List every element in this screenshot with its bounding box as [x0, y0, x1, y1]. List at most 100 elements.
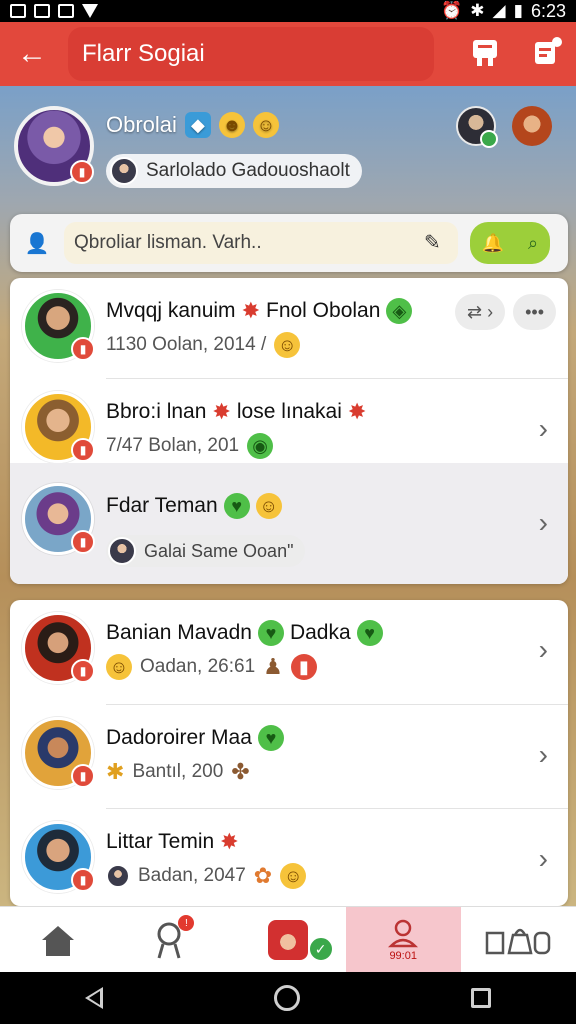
bookmark-icon[interactable]: [468, 32, 502, 72]
pin-tab[interactable]: !: [115, 907, 230, 972]
bear-emoji-icon: ✤: [231, 759, 250, 784]
avatar[interactable]: [512, 106, 552, 146]
status-time: 6:23: [530, 0, 566, 21]
list-item[interactable]: ▮ Fdar Teman ♥ ☺ Galai Same Ooan" ›: [10, 463, 568, 584]
profile-name: Obrolai: [106, 112, 177, 137]
video-badge-icon: ▮: [70, 160, 94, 184]
sticker-icon[interactable]: ✎: [424, 230, 450, 256]
bow-emoji-icon: ✸: [347, 399, 367, 424]
nav-home-icon[interactable]: [273, 985, 300, 1011]
home-tab[interactable]: [0, 907, 115, 972]
avatar: [106, 864, 130, 888]
online-dot-icon: [480, 130, 498, 148]
share-button[interactable]: ⇄ ›: [455, 294, 506, 330]
back-arrow-icon[interactable]: ←: [0, 22, 64, 86]
home-icon: [41, 925, 74, 956]
video-badge-icon: ▮: [71, 868, 95, 892]
profile-status-chip[interactable]: Sarlolado Gadouoshaolt: [106, 154, 362, 188]
smile-emoji-icon: ☻: [218, 112, 245, 138]
chevron-right-icon[interactable]: ›: [539, 507, 548, 539]
chat-subtitle: 7/47 Bolan, 201: [106, 435, 240, 456]
chevron-right-icon[interactable]: ›: [539, 413, 548, 445]
list-item[interactable]: ▮ Dadoroirer Maa ♥ ✱ Bantıl, 200 ✤ ›: [10, 705, 568, 805]
profile-tab[interactable]: 99:01: [345, 907, 461, 972]
bow-emoji-icon: ✸: [241, 298, 260, 323]
notification-icon: [58, 4, 74, 18]
chat-subtitle: 1130 Oolan, 2014 /: [106, 334, 267, 355]
smile-emoji-icon: ☺: [252, 112, 279, 138]
avatar: ▮: [22, 483, 95, 555]
search-action-buttons[interactable]: 🔔 ⌕: [470, 222, 550, 264]
avatar: [268, 919, 308, 960]
search-icon[interactable]: ⌕: [528, 233, 538, 254]
profile-tab-label: 99:01: [389, 949, 417, 962]
smile-emoji-icon: ☺: [274, 332, 301, 358]
list-item[interactable]: ▮ Banian Mavadn ♥ Dadka ♥ ☺ Oadan, 26:61…: [10, 600, 568, 700]
avatar[interactable]: [456, 106, 498, 148]
globe-emoji-icon: ◉: [247, 433, 274, 459]
heart-emoji-icon: ♥: [223, 493, 250, 519]
profile-icon: [388, 919, 419, 947]
chat-name: Mvqqj kanuim: [106, 299, 236, 322]
chat-name-extra: lose lınakai: [236, 400, 342, 423]
bluetooth-icon: ✱: [470, 1, 485, 20]
check-icon: ✓: [307, 936, 334, 962]
chat-group: ▮ Mvqqj kanuim ✸ Fnol Obolan ◈ 1130 Oola…: [10, 278, 568, 584]
more-options-button[interactable]: •••: [513, 294, 556, 330]
chat-name: Bbro:i lnan: [106, 400, 207, 423]
search-input[interactable]: Qbroliar lisman. Varh.. ✎: [64, 222, 458, 264]
smile-emoji-icon: ☺: [255, 493, 282, 519]
chat-subtitle: Badan, 2047: [138, 865, 246, 886]
group-chip[interactable]: Galai Same Ooan": [106, 535, 306, 567]
nav-recents-icon[interactable]: [470, 988, 491, 1008]
avatar: [108, 537, 136, 565]
avatar[interactable]: ▮: [14, 106, 94, 186]
video-badge-icon: ▮: [71, 438, 95, 462]
video-badge-icon: ▮: [71, 764, 95, 788]
shield-emoji-icon: ◈: [386, 298, 413, 324]
chat-name: Banian Mavadn: [106, 621, 252, 644]
chat-name: Littar Temin: [106, 830, 215, 853]
list-item[interactable]: ▮ Littar Temin ✸ Badan, 2047 ✿ ☺ ›: [10, 809, 568, 906]
video-badge-icon: ▮: [290, 654, 317, 680]
avatar: ▮: [22, 391, 95, 463]
chat-subtitle: Bantıl, 200: [132, 761, 224, 782]
bell-icon[interactable]: 🔔: [482, 233, 504, 254]
shop-tab[interactable]: [461, 907, 576, 972]
compose-icon[interactable]: [530, 32, 564, 72]
search-bar: 👤 Qbroliar lisman. Varh.. ✎ 🔔 ⌕: [10, 214, 568, 272]
battery-icon: ▮: [513, 1, 523, 20]
list-item[interactable]: ▮ Mvqqj kanuim ✸ Fnol Obolan ◈ 1130 Oola…: [10, 278, 568, 378]
bottom-nav: ! ✓ 99:01: [0, 906, 576, 972]
heart-emoji-icon: ♥: [356, 620, 383, 646]
status-bar: ⏰ ✱ ◢ ▮ 6:23: [0, 0, 576, 22]
chat-name: Fdar Teman: [106, 494, 218, 517]
wifi-icon: [82, 4, 98, 18]
system-nav-bar: [0, 972, 576, 1024]
smile-emoji-icon: ☺: [106, 654, 132, 680]
avatar: ▮: [22, 612, 95, 684]
chevron-right-icon[interactable]: ›: [539, 739, 548, 771]
chevron-right-icon[interactable]: ›: [539, 634, 548, 666]
avatar: ▮: [22, 821, 95, 893]
chevron-right-icon[interactable]: ›: [539, 843, 548, 875]
app-bar: ← Flarr Sogiai: [0, 22, 576, 86]
contacts-icon[interactable]: 👤: [20, 226, 54, 260]
notification-icon: [10, 4, 26, 18]
profile-chip-label: Sarlolado Gadouoshaolt: [146, 160, 350, 181]
video-badge-icon: ▮: [71, 659, 95, 683]
nav-back-icon[interactable]: [85, 987, 104, 1009]
chat-name: Dadoroirer Maa: [106, 726, 252, 749]
avatar-tab[interactable]: ✓: [230, 907, 345, 972]
avatar: ▮: [22, 290, 95, 362]
video-badge-icon: ▮: [71, 530, 95, 554]
chat-name-extra: Fnol Obolan: [266, 299, 381, 322]
chat-subtitle: Galai Same Ooan": [144, 540, 294, 561]
alarm-icon: ⏰: [441, 1, 463, 20]
search-placeholder: Qbroliar lisman. Varh..: [74, 232, 262, 253]
avatar: ▮: [22, 717, 95, 789]
bag-icon: [486, 928, 551, 954]
sticker-icon: ◆: [184, 112, 211, 138]
chat-group: ▮ Banian Mavadn ♥ Dadka ♥ ☺ Oadan, 26:61…: [10, 600, 568, 906]
chat-subtitle: Oadan, 26:61: [140, 656, 256, 677]
